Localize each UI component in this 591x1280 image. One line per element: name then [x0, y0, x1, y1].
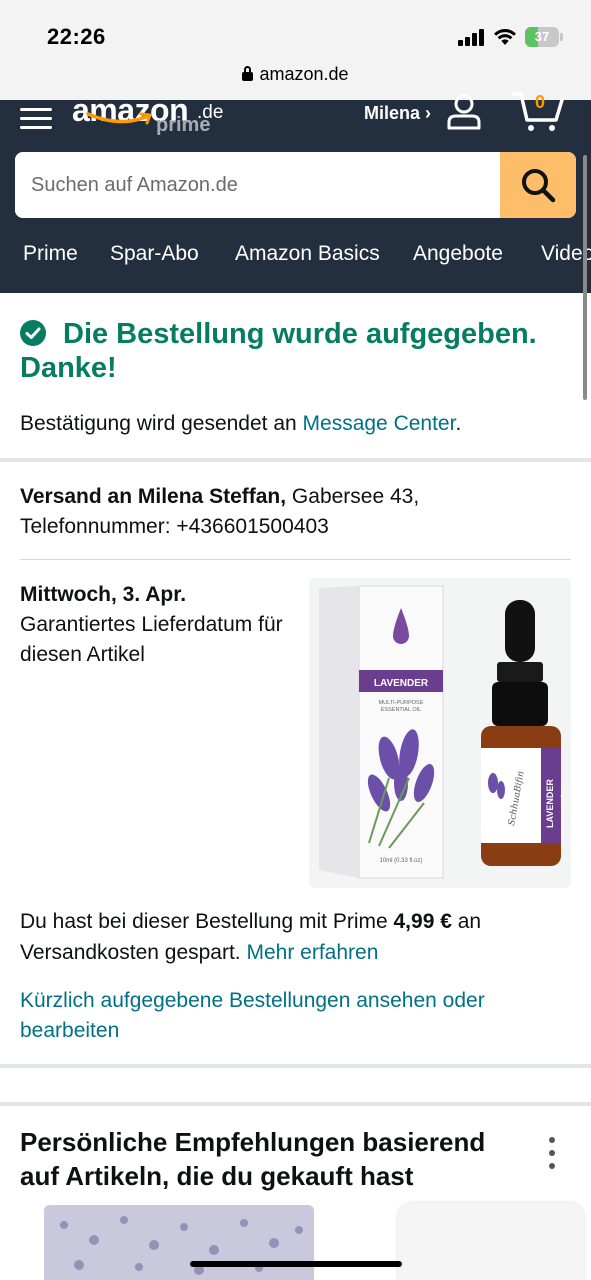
search-bar [15, 152, 576, 218]
message-center-link[interactable]: Message Center [303, 412, 456, 435]
order-confirmation: Die Bestellung wurde aufgegeben. Danke! [20, 317, 560, 385]
confirmation-title: Die Bestellung wurde aufgegeben. Danke! [20, 318, 537, 384]
divider [20, 559, 571, 560]
recommendation-item-2[interactable] [398, 1203, 584, 1280]
savings-amount: 4,99 € [393, 910, 452, 933]
battery-icon: 37 [525, 27, 563, 47]
battery-percent: 37 [534, 29, 550, 44]
logo-prime: prime [156, 114, 211, 136]
box-volume: 10ml (0.33 fl.oz) [379, 858, 422, 864]
search-button[interactable] [500, 152, 576, 218]
wifi-icon [494, 29, 516, 45]
menu-icon[interactable] [20, 108, 52, 129]
prime-savings: Du hast bei dieser Bestellung mit Prime … [20, 906, 575, 968]
delivery-note: Garantiertes Lieferdatum für diesen Arti… [20, 613, 283, 666]
site-header: amazon .de prime Milena › 0 Prime Spar-A… [0, 92, 591, 293]
section-divider [0, 1064, 591, 1068]
check-circle-icon [20, 320, 46, 346]
search-input[interactable] [15, 152, 500, 218]
url-text: amazon.de [259, 64, 349, 84]
savings-text: Du hast bei dieser Bestellung mit Prime [20, 910, 394, 933]
learn-more-link[interactable]: Mehr erfahren [246, 941, 378, 964]
section-divider [0, 458, 591, 462]
confirmation-period: . [455, 412, 462, 435]
cart-count: 0 [535, 92, 545, 112]
section-divider [0, 1102, 591, 1106]
nav-item-prime[interactable]: Prime [23, 242, 78, 266]
page-scrollbar[interactable] [583, 155, 587, 400]
clock: 22:26 [47, 24, 106, 49]
delivery-info: Mittwoch, 3. Apr. Garantiertes Lieferdat… [20, 580, 300, 670]
recommendation-item-lavender[interactable] [44, 1205, 314, 1280]
account-link[interactable]: Milena › [364, 103, 431, 124]
dried-lavender-image [44, 1205, 314, 1280]
cart-icon[interactable]: 0 [512, 90, 564, 132]
bottle-label: LAVENDER [545, 779, 555, 828]
amazon-prime-logo[interactable]: amazon .de prime [72, 92, 232, 144]
nav-item-spar-abo[interactable]: Spar-Abo [110, 242, 199, 266]
nav-item-angebote[interactable]: Angebote [413, 242, 503, 266]
box-label: LAVENDER [374, 678, 429, 689]
box-subtitle-2: ESSENTIAL OIL [381, 707, 421, 713]
shipping-recipient: Versand an Milena Steffan, [20, 485, 287, 508]
recent-orders-link[interactable]: Kürzlich aufgegebene Bestellungen ansehe… [20, 986, 550, 1046]
logo-smile-icon [86, 112, 153, 125]
home-indicator[interactable] [190, 1261, 402, 1267]
recommendations-title: Persönliche Empfehlungen basierend auf A… [20, 1127, 486, 1191]
lavender-oil-illustration: LAVENDER MULTI-PURPOSE ESSENTIAL OIL 10m… [319, 585, 565, 879]
bottle-subtitle: 100% Pure essential oil [560, 795, 565, 842]
confirmation-subtitle: Bestätigung wird gesendet an Message Cen… [20, 412, 461, 436]
product-image[interactable]: LAVENDER MULTI-PURPOSE ESSENTIAL OIL 10m… [309, 578, 571, 888]
delivery-date: Mittwoch, 3. Apr. [20, 583, 187, 606]
lock-icon [242, 66, 254, 81]
confirmation-text: Bestätigung wird gesendet an [20, 412, 303, 435]
user-icon[interactable] [446, 94, 482, 130]
status-bar: 22:26 37 amazon.de [0, 0, 591, 100]
nav-item-amazon-basics[interactable]: Amazon Basics [235, 242, 380, 266]
shipping-address: Versand an Milena Steffan, Gabersee 43, … [20, 482, 575, 542]
category-nav: Prime Spar-Abo Amazon Basics Angebote Vi… [0, 238, 591, 274]
cellular-signal-icon [458, 29, 484, 46]
more-options-icon[interactable] [544, 1137, 560, 1169]
address-bar[interactable]: amazon.de [0, 64, 591, 85]
search-icon [522, 169, 556, 203]
box-subtitle-1: MULTI-PURPOSE [379, 700, 424, 706]
